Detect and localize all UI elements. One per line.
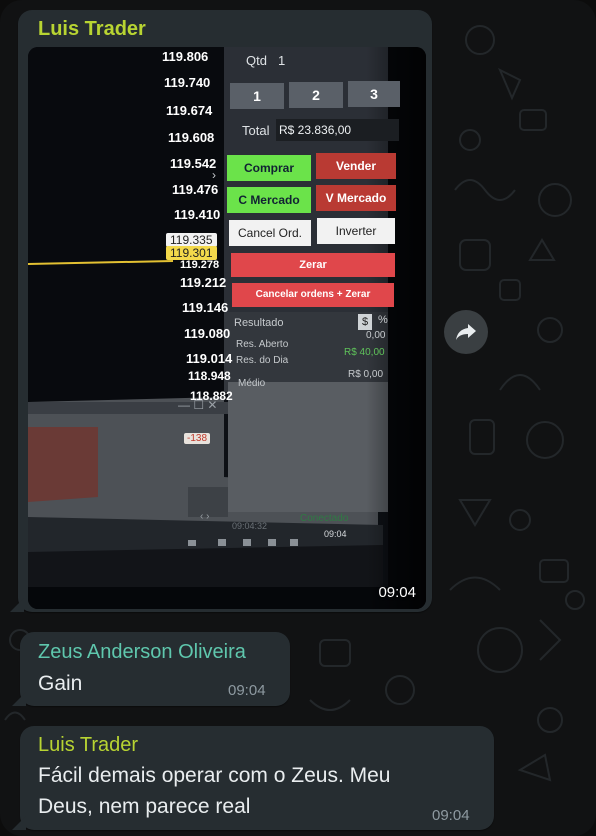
cancel-orders-button[interactable]: Cancel Ord. [229,220,311,246]
price-label: 119.608 [168,130,215,145]
price-label: 119.410 [174,207,221,222]
result-label: Resultado [234,317,284,329]
day-result-label: Res. do Dia [236,355,289,366]
result-currency-toggle[interactable]: $ [358,314,372,330]
price-label: 119.014 [186,351,233,366]
total-label: Total [242,123,270,138]
status-time: 09:04:32 [232,521,268,531]
message-text: Gain [38,672,83,695]
invert-button[interactable]: Inverter [317,218,395,244]
taskbar-clock: 09:04 [324,529,347,539]
message-text-line-2: Deus, nem parece real [38,795,251,818]
message-time: 09:04 [228,682,266,699]
qty-button-3[interactable]: 3 [348,81,400,107]
cancel-and-zero-button[interactable]: Cancelar ordens + Zerar [232,283,394,307]
qty-button-2[interactable]: 2 [289,82,343,108]
svg-text:‹ ›: ‹ › [200,511,209,522]
zero-button[interactable]: Zerar [231,253,395,277]
forward-button[interactable] [444,310,488,354]
current-price-tag: 119.335 [166,233,217,247]
last-price-tag: 119.301 [166,246,217,260]
average-value: R$ 0,00 [348,369,384,380]
price-label: 119.476 [172,182,219,197]
price-label: 119.146 [182,300,229,315]
buy-market-button[interactable]: C Mercado [227,187,311,213]
price-label: 119.278 [180,259,220,271]
chat-window: Luis Trader › — ☐ ✕ ‹ › 119.806 119.740 … [0,0,596,836]
bubble-tail [12,692,26,706]
message-bubble-image[interactable]: Luis Trader › — ☐ ✕ ‹ › 119.806 119.740 … [10,10,432,612]
connection-status: Conectado [300,513,349,524]
price-label: 119.806 [162,49,209,64]
price-label: 119.674 [166,103,213,118]
bubble-tail [12,816,26,830]
bubble-tail [10,598,24,612]
sell-market-button[interactable]: V Mercado [316,185,396,211]
price-label: 118.882 [190,389,233,403]
day-result-value: R$ 40,00 [344,347,385,358]
photo-attachment[interactable]: › — ☐ ✕ ‹ › 119.806 119.740 119.674 119.… [28,47,426,609]
sender-name: Luis Trader [38,734,139,756]
message-time: 09:04 [432,807,470,824]
qty-button-1[interactable]: 1 [230,83,284,109]
sender-name: Zeus Anderson Oliveira [38,641,246,663]
average-label: Médio [238,378,266,389]
price-label: 119.740 [164,75,211,90]
open-result-label: Res. Aberto [236,339,289,350]
price-label: 118.948 [188,369,231,383]
sell-button[interactable]: Vender [316,153,396,179]
qty-value[interactable]: 1 [278,53,285,68]
qty-label: Qtd [246,53,267,68]
total-value: R$ 23.836,00 [276,119,399,141]
message-bubble-text[interactable]: Zeus Anderson Oliveira Gain 09:04 [12,632,290,706]
forward-icon [456,324,476,340]
message-time: 09:04 [378,584,416,601]
price-label: 119.212 [180,275,227,290]
sender-name: Luis Trader [38,18,146,40]
result-percent-toggle[interactable]: % [378,314,388,326]
position-badge: -138 [184,433,211,444]
message-text-line-1: Fácil demais operar com o Zeus. Meu [38,764,391,787]
buy-button[interactable]: Comprar [227,155,311,181]
message-bubble-text[interactable]: Luis Trader Fácil demais operar com o Ze… [12,726,494,830]
price-label: 119.542 [170,156,217,171]
price-label: 119.080 [184,326,231,341]
open-result-value: 0,00 [366,330,386,341]
